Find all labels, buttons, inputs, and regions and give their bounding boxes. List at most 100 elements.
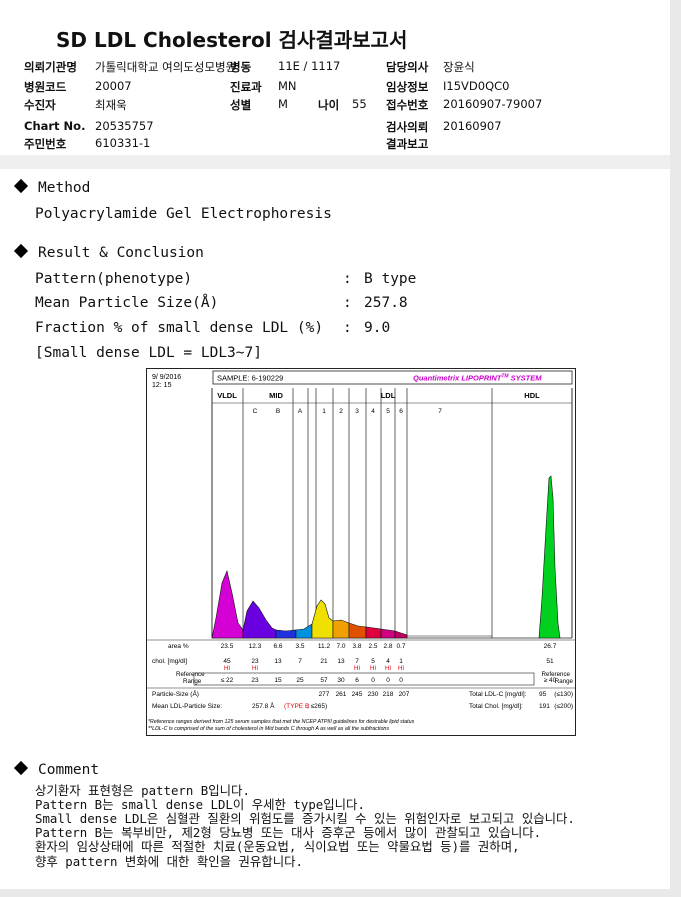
ref-value: 57 (320, 677, 328, 684)
chol-value: 7 (298, 658, 302, 665)
ref-value: 0 (386, 677, 390, 684)
group-label-vldl: VLDL (217, 391, 237, 400)
ref-value: ≤ 22 (221, 677, 234, 684)
comment-heading-text: Comment (38, 762, 100, 778)
footnote-2: **LDL-C is comprised of the sum of chole… (148, 726, 389, 732)
id-value: 610331-1 (95, 136, 151, 150)
chart-no-label: Chart No. (24, 119, 86, 133)
chart-date: 9/ 9/2016 (152, 374, 181, 381)
chol-value: 23 (251, 658, 259, 665)
doctor-value: 장윤식 (443, 60, 475, 74)
comment-heading: Comment (13, 760, 100, 778)
area-value: 23.5 (221, 643, 234, 650)
diamond-bullet-icon (13, 178, 29, 194)
chol-value: 1 (399, 658, 403, 665)
comment-line: Pattern B는 복부비만, 제2형 당뇨병 또는 대사 증후군 등에서 많… (35, 825, 542, 840)
particle-value: 230 (368, 691, 379, 698)
band-label: 5 (386, 408, 390, 415)
hi-flag: HI (224, 666, 230, 672)
total-chol-value: 191 (539, 703, 550, 710)
ref-right-label-2: Range (555, 678, 574, 685)
particle-value: 245 (352, 691, 363, 698)
result-size-value: 257.8 (364, 295, 408, 311)
total-chol-ref: (≤200) (554, 703, 573, 710)
result-size-label: Mean Particle Size(Å) (35, 295, 219, 311)
band-label: A (298, 408, 303, 415)
band-label: C (253, 408, 258, 415)
ward-label: 병동 (230, 60, 252, 74)
particle-value: 261 (336, 691, 347, 698)
band-4-peak (365, 626, 382, 639)
result-report-label: 결과보고 (386, 137, 429, 151)
area-value: 3.8 (352, 643, 361, 650)
band-b-peak (275, 629, 297, 639)
comment-line: 향후 pattern 변화에 대한 확인을 권유합니다. (35, 854, 303, 869)
comment-line: Pattern B는 small dense LDL이 우세한 type입니다. (35, 797, 365, 812)
sex-label: 성별 (230, 98, 252, 112)
area-value: 6.6 (273, 643, 282, 650)
id-label: 주민번호 (24, 137, 67, 151)
patient-label: 수진자 (24, 98, 56, 112)
group-label-hdl: HDL (524, 391, 540, 400)
chol-value: 45 (223, 658, 231, 665)
hi-flag: HI (398, 666, 404, 672)
diamond-bullet-icon (13, 760, 29, 776)
ref-row-label-2: Range (183, 678, 202, 685)
result-pattern-colon: : (343, 271, 352, 287)
ref-value: 23 (251, 677, 259, 684)
method-heading: Method (13, 178, 91, 196)
doctor-label: 담당의사 (386, 60, 429, 74)
chart-sample: SAMPLE: 6-190229 (217, 374, 283, 383)
patient-value: 최재욱 (95, 98, 127, 112)
result-fraction-label: Fraction % of small dense LDL (%) (35, 320, 324, 336)
page-bottom-bar (0, 889, 681, 897)
result-fraction-colon: : (343, 320, 352, 336)
method-text: Polyacrylamide Gel Electrophoresis (35, 206, 332, 222)
institution-label: 의뢰기관명 (24, 60, 77, 74)
chol-value: 13 (337, 658, 345, 665)
area-value: 2.5 (368, 643, 377, 650)
result-heading-text: Result & Conclusion (38, 245, 204, 261)
chol-row-label: chol. [mg/dl] (152, 658, 187, 665)
clinical-label: 임상정보 (386, 80, 429, 94)
method-heading-text: Method (38, 180, 91, 196)
area-value: 12.3 (249, 643, 262, 650)
group-label-mid: MID (269, 391, 283, 400)
area-row-label: area % (168, 643, 189, 650)
chart-no-value: 20535757 (95, 119, 154, 133)
chart-time: 12: 15 (152, 382, 172, 389)
total-ldl-value: 95 (539, 691, 547, 698)
chart-frame (146, 368, 576, 736)
age-label: 나이 (318, 98, 340, 112)
receipt-label: 접수번호 (386, 98, 429, 112)
hi-flag: HI (354, 666, 360, 672)
ward-value: 11E / 1117 (278, 59, 341, 73)
chol-value: 51 (546, 658, 554, 665)
result-size-colon: : (343, 295, 352, 311)
area-value: 3.5 (295, 643, 304, 650)
hospital-code-label: 병원코드 (24, 80, 67, 94)
ref-value: 25 (296, 677, 304, 684)
institution-value: 가톨릭대학교 여의도성모병원 (95, 60, 237, 74)
area-value: 26.7 (544, 643, 557, 650)
result-pattern-value: B type (364, 271, 417, 287)
section-divider (0, 155, 670, 169)
total-chol-label: Total Chol. [mg/dl]: (469, 703, 523, 710)
area-value: 0.7 (396, 643, 405, 650)
result-fraction-value: 9.0 (364, 320, 391, 336)
mean-size-value: 257.8 Å (252, 701, 275, 710)
lipoprint-chart-svg: 9/ 9/201612: 15 SAMPLE: 6-190229 Quantimet… (146, 368, 576, 736)
result-heading: Result & Conclusion (13, 243, 204, 261)
report-page: SD LDL Cholesterol 검사결과보고서 의뢰기관명 가톨릭대학교 … (0, 0, 670, 889)
ref-value: 15 (274, 677, 282, 684)
band-label: 7 (438, 408, 442, 415)
sex-value: M (278, 97, 288, 111)
comment-line: 환자의 임상상태에 따른 적절한 치료(운동요법, 식이요법 또는 약물요법 등… (35, 839, 520, 854)
band-label: 3 (355, 408, 359, 415)
mean-size-label: Mean LDL-Particle Size: (152, 703, 222, 710)
ref-value: ≥ 40 (544, 677, 557, 684)
particle-row-label: Particle-Size (Å) (152, 689, 199, 698)
band-label: 1 (322, 408, 326, 415)
request-label: 검사의뢰 (386, 120, 429, 134)
chol-value: 21 (320, 658, 328, 665)
